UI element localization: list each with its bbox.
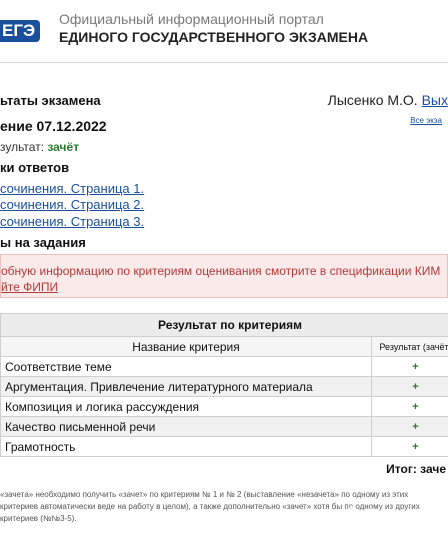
- criterion-name: Композиция и логика рассуждения: [0, 396, 372, 417]
- criterion-name: Грамотность: [0, 436, 372, 457]
- tasks-heading: ы на задания: [0, 235, 86, 250]
- table-row: Качество письменной речи +: [0, 416, 448, 437]
- total-result: Итог: заче: [386, 462, 446, 476]
- criterion-mark: +: [371, 396, 448, 417]
- avito-watermark: Avito: [334, 504, 418, 529]
- fipi-link[interactable]: йте ФИПИ: [1, 280, 58, 294]
- watermark-text: Avito: [364, 504, 418, 529]
- scan-link-3[interactable]: сочинения. Страница 3.: [0, 214, 144, 229]
- criterion-name: Качество письменной речи: [0, 416, 372, 437]
- all-exams-link[interactable]: Все экза: [410, 116, 442, 125]
- exam-result: зультат: зачёт: [0, 140, 79, 154]
- alert-text: обную информацию по критериям оценивания…: [1, 264, 441, 278]
- table-row: Композиция и логика рассуждения +: [0, 396, 448, 417]
- criteria-table: Результат по критериям Название критерия…: [0, 313, 448, 457]
- exam-date: ение 07.12.2022: [0, 118, 107, 134]
- watermark-dot-icon: [334, 512, 346, 524]
- criterion-name: Соответствие теме: [0, 356, 372, 377]
- criterion-mark: +: [371, 356, 448, 377]
- info-alert: обную информацию по критериям оценивания…: [0, 254, 448, 298]
- user-name: Лысенко М.О.: [327, 92, 418, 108]
- table-row: Грамотность +: [0, 436, 448, 457]
- result-label: зультат:: [0, 140, 45, 154]
- criterion-mark: +: [371, 436, 448, 457]
- criterion-name: Аргументация. Привлечение литературного …: [0, 376, 372, 397]
- portal-subtitle: Официальный информационный портал: [59, 11, 324, 27]
- table-row: Соответствие теме +: [0, 356, 448, 377]
- portal-title: ЕДИНОГО ГОСУДАРСТВЕННОГО ЭКЗАМЕНА: [59, 29, 369, 45]
- page-heading: ьтаты экзамена: [0, 93, 101, 108]
- scan-link-2[interactable]: сочинения. Страница 2.: [0, 197, 144, 212]
- watermark-dot-icon: [348, 506, 356, 514]
- column-header-name: Название критерия: [0, 336, 372, 357]
- answers-heading: ки ответов: [0, 160, 70, 175]
- table-row: Аргументация. Привлечение литературного …: [0, 376, 448, 397]
- scan-link-1[interactable]: сочинения. Страница 1.: [0, 181, 144, 196]
- criterion-mark: +: [371, 416, 448, 437]
- user-info: Лысенко М.О. Вых: [328, 92, 448, 108]
- logout-link[interactable]: Вых: [422, 92, 448, 108]
- site-header: ЕГЭ Официальный информационный портал ЕД…: [0, 0, 448, 63]
- ege-logo[interactable]: ЕГЭ: [0, 20, 40, 42]
- column-header-result: Результат (зачёт): [371, 336, 448, 357]
- criterion-mark: +: [371, 376, 448, 397]
- watermark-dot-icon: [349, 521, 355, 527]
- result-value: зачёт: [47, 140, 80, 154]
- criteria-caption: Результат по критериям: [0, 313, 448, 337]
